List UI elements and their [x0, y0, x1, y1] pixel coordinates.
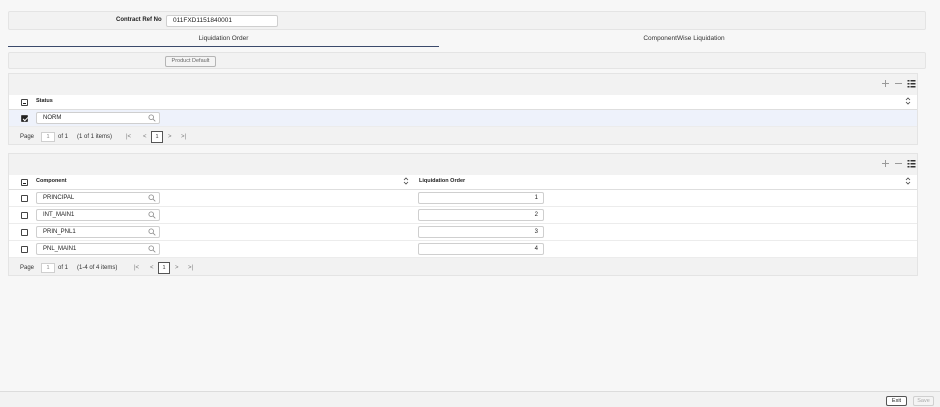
component-grid-toolbar [881, 159, 917, 169]
pager-page-input[interactable]: 1 [41, 263, 55, 273]
contract-ref-field[interactable]: 011FXD1151840001 [166, 15, 278, 27]
prev-page-icon[interactable]: < [143, 134, 147, 140]
table-row[interactable]: PRIN_PNL1 3 [9, 224, 917, 241]
status-lov-field[interactable]: NORM [36, 112, 160, 124]
row-checkbox[interactable] [21, 115, 28, 122]
liquidation-order-column-header: Liquidation Order [419, 178, 466, 184]
component-grid-header: Component Liquidation Order [9, 175, 917, 190]
column-list-icon[interactable] [907, 159, 916, 170]
pager-current-page[interactable]: 1 [151, 131, 163, 143]
component-lov-field[interactable]: INT_MAIN1 [36, 209, 160, 221]
last-page-icon[interactable]: >| [188, 265, 193, 271]
component-grid: Component Liquidation Order PRINCIPAL 1 … [8, 153, 918, 276]
search-icon[interactable] [148, 114, 156, 122]
component-lov-field[interactable]: PRINCIPAL [36, 192, 160, 204]
component-value: PRIN_PNL1 [43, 229, 76, 235]
status-value: NORM [43, 115, 62, 121]
product-default-bar: Product Default [8, 52, 926, 69]
component-value: INT_MAIN1 [43, 212, 75, 218]
liquidation-order-field[interactable]: 2 [418, 209, 544, 221]
component-value: PRINCIPAL [43, 195, 75, 201]
status-select-all-checkbox[interactable] [21, 99, 28, 106]
first-page-icon[interactable]: |< [134, 265, 139, 271]
exit-button[interactable]: Exit [886, 396, 907, 406]
pager-page-label: Page [20, 265, 35, 271]
table-row[interactable]: INT_MAIN1 2 [9, 207, 917, 224]
liquidation-order-field[interactable]: 4 [418, 243, 544, 255]
prev-page-icon[interactable]: < [150, 265, 154, 271]
pager-page-input[interactable]: 1 [41, 132, 55, 142]
search-icon[interactable] [148, 211, 156, 219]
liquidation-order-field[interactable]: 3 [418, 226, 544, 238]
plus-icon[interactable] [881, 79, 890, 90]
search-icon[interactable] [148, 194, 156, 202]
pager-items-label: (1 of 1 items) [77, 134, 113, 140]
tab-liquidation-order[interactable]: Liquidation Order [8, 35, 439, 47]
status-column-header: Status [36, 98, 53, 104]
liquidation-order-field[interactable]: 1 [418, 192, 544, 204]
column-list-icon[interactable] [907, 79, 916, 90]
footer-bar: Exit Save [0, 391, 940, 407]
pager-items-label: (1-4 of 4 items) [77, 265, 118, 271]
first-page-icon[interactable]: |< [126, 134, 131, 140]
save-button[interactable]: Save [913, 396, 934, 406]
row-checkbox[interactable] [21, 212, 28, 219]
next-page-icon[interactable]: > [175, 265, 179, 271]
table-row[interactable]: NORM [9, 110, 917, 127]
pager-of-label: of 1 [58, 134, 69, 140]
row-checkbox[interactable] [21, 229, 28, 236]
header-panel: Contract Ref No 011FXD1151840001 [8, 11, 926, 30]
last-page-icon[interactable]: >| [181, 134, 186, 140]
pager-page-label: Page [20, 134, 35, 140]
component-column-header: Component [36, 178, 67, 184]
status-grid-toolbar [881, 79, 917, 89]
component-lov-field[interactable]: PRIN_PNL1 [36, 226, 160, 238]
status-grid: Status NORM Page 1 of 1 (1 of 1 items) |… [8, 73, 918, 145]
search-icon[interactable] [148, 245, 156, 253]
table-row[interactable]: PRINCIPAL 1 [9, 190, 917, 207]
pager-current-page[interactable]: 1 [158, 262, 170, 274]
search-icon[interactable] [148, 228, 156, 236]
tab-componentwise-liquidation[interactable]: ComponentWise Liquidation [440, 35, 928, 47]
minus-icon[interactable] [894, 159, 903, 170]
pager-of-label: of 1 [58, 265, 69, 271]
row-checkbox[interactable] [21, 246, 28, 253]
component-pager: Page 1 of 1 (1-4 of 4 items) |< < 1 > >| [20, 262, 320, 275]
sort-icon[interactable] [905, 97, 911, 105]
contract-ref-label: Contract Ref No [116, 17, 162, 23]
next-page-icon[interactable]: > [168, 134, 172, 140]
component-select-all-checkbox[interactable] [21, 179, 28, 186]
sort-icon[interactable] [905, 177, 911, 185]
plus-icon[interactable] [881, 159, 890, 170]
minus-icon[interactable] [894, 79, 903, 90]
row-checkbox[interactable] [21, 195, 28, 202]
component-lov-field[interactable]: PNL_MAIN1 [36, 243, 160, 255]
component-value: PNL_MAIN1 [43, 246, 77, 252]
status-pager: Page 1 of 1 (1 of 1 items) |< < 1 > >| [20, 131, 320, 144]
product-default-button[interactable]: Product Default [165, 56, 216, 67]
table-row[interactable]: PNL_MAIN1 4 [9, 241, 917, 258]
sort-icon[interactable] [403, 177, 409, 185]
status-grid-header: Status [9, 95, 917, 110]
